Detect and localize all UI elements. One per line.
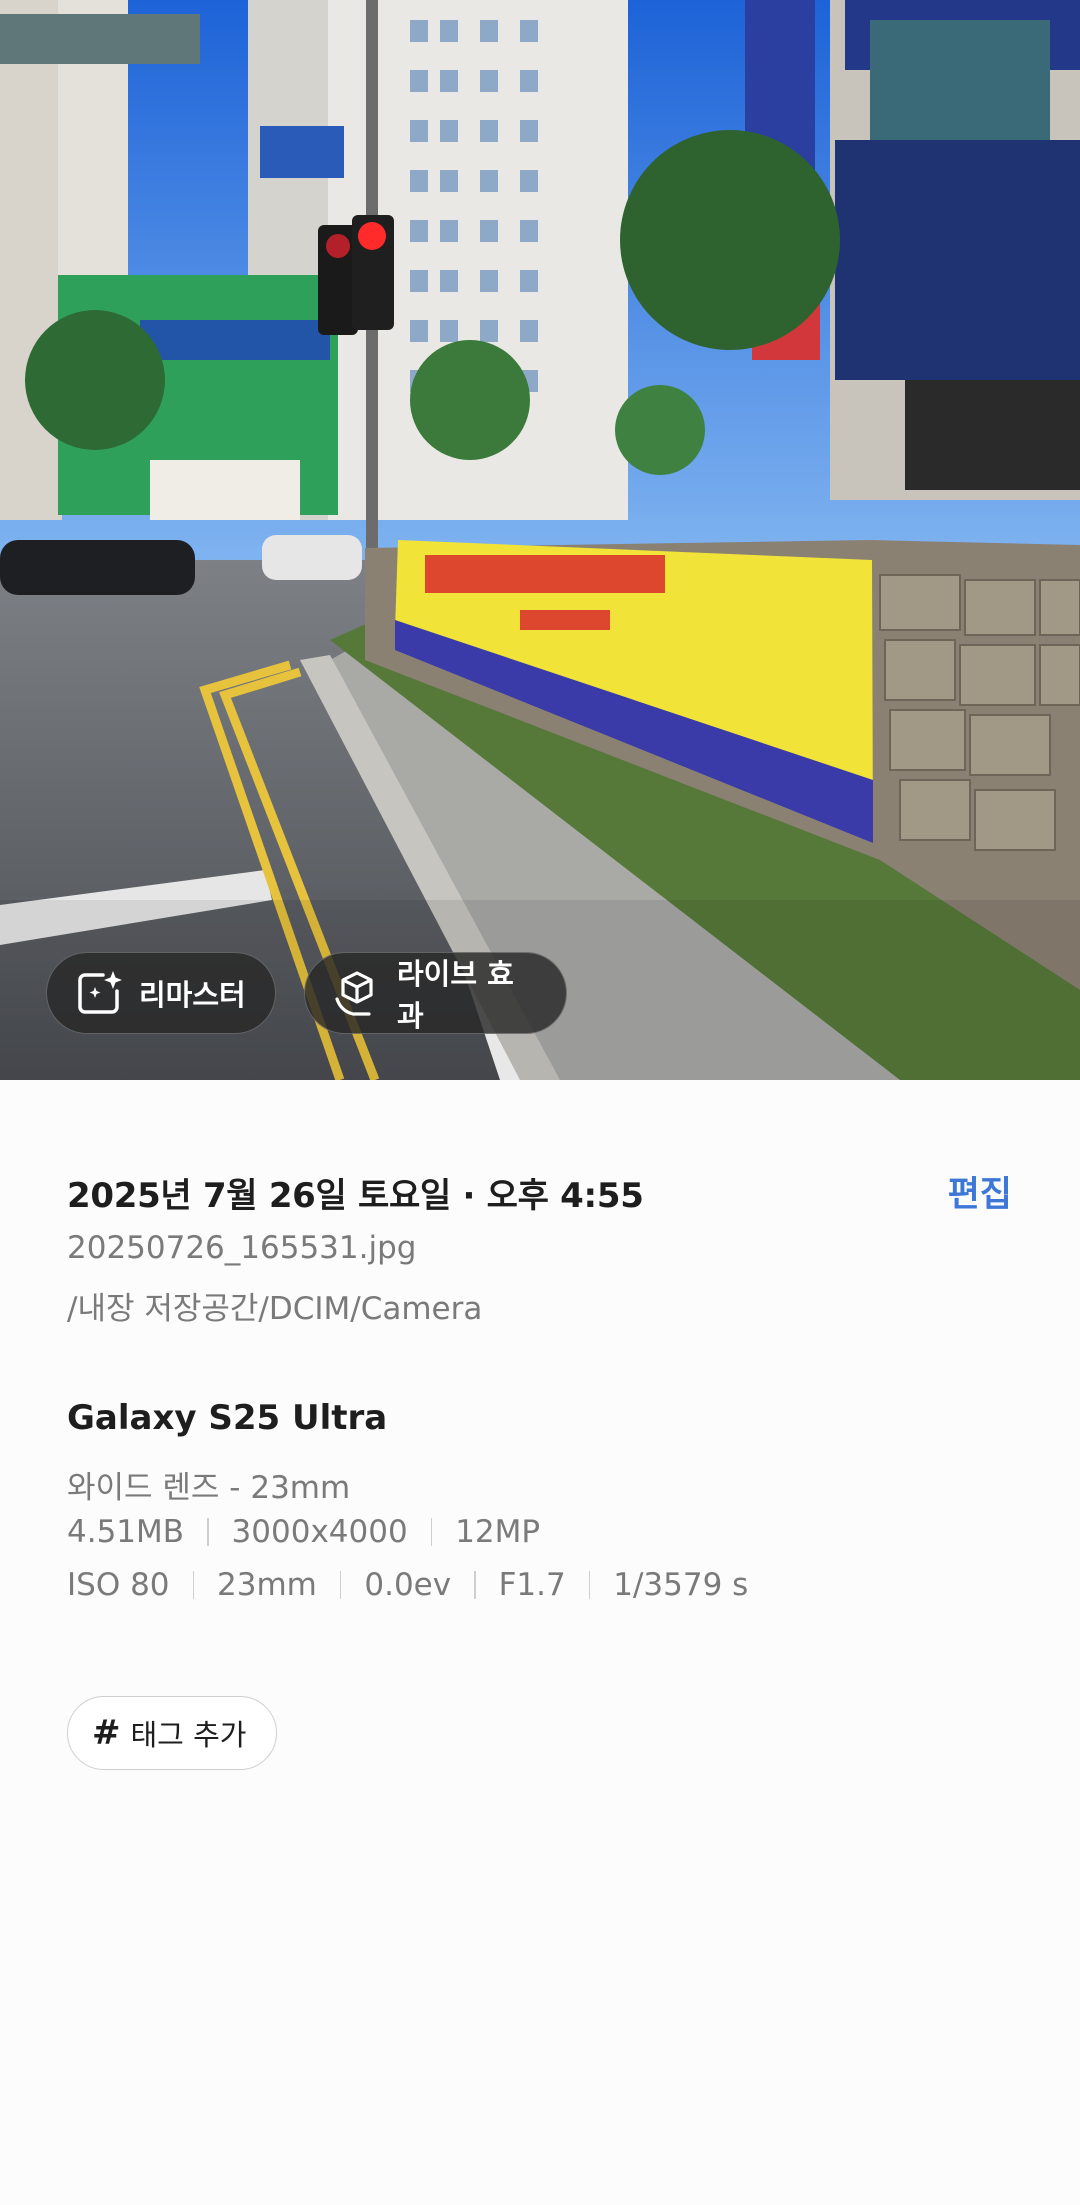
- resolution: 3000x4000: [231, 1514, 408, 1550]
- file-path: /내장 저장공간/DCIM/Camera: [67, 1291, 483, 1327]
- focal-length: 23mm: [217, 1567, 317, 1603]
- aperture: F1.7: [498, 1567, 566, 1603]
- exposure-value: 0.0ev: [364, 1567, 452, 1603]
- photo-details-panel: 2025년 7월 26일 토요일 · 오후 4:55 편집 20250726_1…: [0, 1080, 1080, 2205]
- divider: [430, 1518, 433, 1546]
- divider: [339, 1571, 342, 1599]
- iso-value: ISO 80: [67, 1567, 170, 1603]
- divider: [588, 1571, 591, 1599]
- file-name: 20250726_165531.jpg: [67, 1230, 417, 1266]
- photo-preview[interactable]: 리마스터 라이브 효과: [0, 0, 1080, 1080]
- divider: [207, 1518, 209, 1546]
- cube-hand-icon: [331, 967, 383, 1019]
- divider: [474, 1571, 476, 1599]
- sparkle-frame-icon: [73, 967, 125, 1019]
- add-tag-label: 태그 추가: [130, 1718, 247, 1752]
- live-effect-button[interactable]: 라이브 효과: [304, 952, 567, 1034]
- megapixels: 12MP: [455, 1514, 541, 1550]
- remaster-button[interactable]: 리마스터: [46, 952, 276, 1034]
- camera-settings-row: ISO 80 23mm 0.0ev F1.7 1/3579 s: [67, 1567, 748, 1603]
- file-specs-row: 4.51MB 3000x4000 12MP: [67, 1514, 540, 1550]
- capture-date-time: 2025년 7월 26일 토요일 · 오후 4:55: [67, 1176, 644, 1216]
- live-effect-label: 라이브 효과: [397, 957, 514, 1033]
- file-size: 4.51MB: [67, 1514, 185, 1550]
- shutter-speed: 1/3579 s: [613, 1567, 749, 1603]
- remaster-label: 리마스터: [139, 978, 246, 1012]
- street-photo-image: [0, 0, 1080, 1080]
- device-model: Galaxy S25 Ultra: [67, 1398, 388, 1438]
- hash-icon: #: [92, 1713, 121, 1753]
- lens-info: 와이드 렌즈 - 23mm: [67, 1470, 351, 1506]
- edit-details-button[interactable]: 편집: [948, 1166, 1012, 1217]
- add-tag-button[interactable]: # 태그 추가: [67, 1696, 278, 1770]
- divider: [192, 1571, 195, 1599]
